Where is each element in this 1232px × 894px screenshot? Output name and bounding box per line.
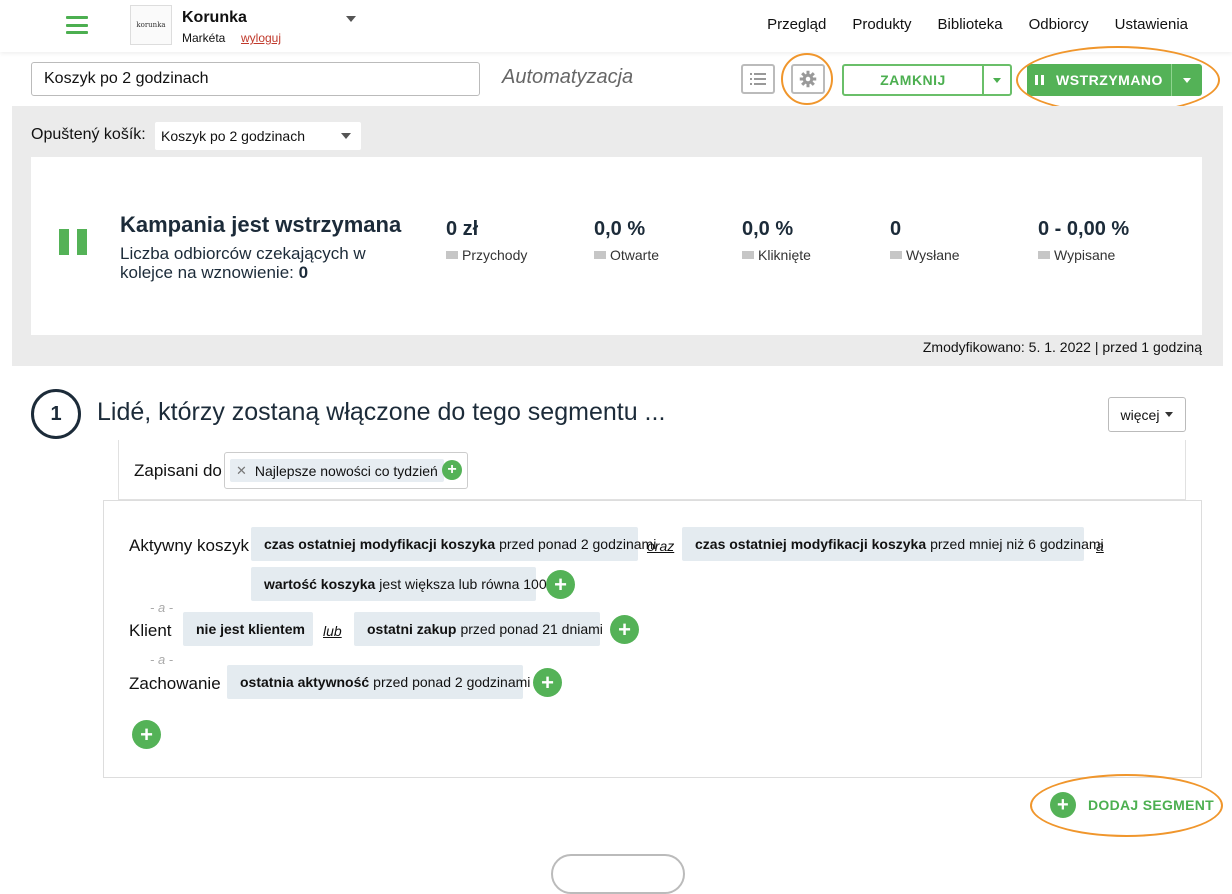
condition-chip[interactable]: wartość koszyka jest większa lub równa 1… — [251, 567, 547, 601]
stat-label: Otwarte — [610, 247, 660, 263]
account-name: Korunka — [182, 9, 247, 26]
condition-chip[interactable]: czas ostatniej modyfikacji koszyka przed… — [682, 527, 1104, 561]
and-separator: - a - — [150, 652, 174, 667]
abandoned-cart-label: Opuštený košík: — [31, 126, 146, 143]
stat-label: Przychody — [462, 247, 528, 263]
stat-clicked: 0,0 % Kliknięte — [742, 218, 811, 263]
nav-overview[interactable]: Przegląd — [767, 16, 826, 33]
mail-icon — [890, 251, 902, 259]
more-button-label: więcej — [1120, 406, 1160, 423]
chevron-down-icon — [341, 133, 351, 139]
stat-unsubscribed: 0 - 0,00 % Wypisane — [1038, 218, 1129, 263]
chip-value: jest większa lub równa 100 — [379, 576, 547, 592]
chip-key: ostatni zakup — [367, 621, 457, 637]
conjunction-a[interactable]: a — [1096, 538, 1104, 554]
stat-value: 0 zł — [446, 218, 479, 240]
plus-icon: + — [541, 669, 554, 695]
close-button-label: ZAMKNIJ — [844, 66, 984, 94]
chip-key: ostatnia aktywność — [240, 674, 370, 690]
stat-value: 0 - 0,00 % — [1038, 218, 1130, 240]
client-row-label: Klient — [129, 621, 172, 640]
mail-icon — [594, 251, 606, 259]
list-view-button[interactable] — [741, 64, 775, 94]
automation-name-input[interactable] — [31, 62, 480, 96]
stat-label: Kliknięte — [758, 247, 811, 263]
pause-icon — [59, 229, 87, 255]
stat-value: 0 — [890, 218, 902, 240]
add-segment-highlight-ring — [1030, 774, 1223, 837]
mail-icon — [742, 251, 754, 259]
nav-products[interactable]: Produkty — [852, 16, 911, 33]
chip-value: przed mniej niż 6 godzinami — [930, 536, 1104, 552]
stat-sent: 0 Wysłane — [890, 218, 960, 263]
behavior-row-label: Zachowanie — [129, 674, 221, 693]
add-group-button[interactable]: + — [132, 720, 161, 749]
account-logo[interactable]: korunka — [130, 5, 172, 45]
chip-key: wartość koszyka — [264, 576, 376, 592]
condition-chip[interactable]: ostatnia aktywność przed ponad 2 godzina… — [227, 665, 530, 699]
logout-link[interactable]: wyloguj — [241, 31, 281, 45]
chip-value: przed ponad 2 godzinami — [499, 536, 657, 552]
stat-label: Wysłane — [906, 247, 960, 263]
add-condition-button[interactable]: + — [610, 615, 639, 644]
subscription-tag-label: Najlepsze nowości co tydzień — [254, 462, 438, 479]
mail-icon — [446, 251, 458, 259]
add-condition-button[interactable]: + — [546, 570, 575, 599]
modified-timestamp: Zmodyfikowano: 5. 1. 2022 | przed 1 godz… — [922, 339, 1202, 355]
nav-library[interactable]: Biblioteka — [938, 16, 1003, 33]
menu-icon[interactable] — [66, 16, 88, 34]
add-list-button[interactable]: + — [442, 460, 462, 480]
chevron-down-icon — [993, 77, 1001, 83]
plus-icon: + — [618, 616, 631, 642]
abandoned-cart-select[interactable]: Koszyk po 2 godzinach — [155, 122, 361, 150]
close-dropdown-toggle[interactable] — [984, 66, 1010, 94]
plus-icon: + — [447, 461, 457, 478]
list-icon — [750, 73, 766, 85]
queue-description: Liczba odbiorców czekających w kolejce n… — [120, 244, 366, 282]
campaign-queue-text: Liczba odbiorców czekających w kolejce n… — [120, 244, 420, 282]
status-highlight-ring — [1016, 46, 1220, 114]
chip-value: przed ponad 2 godzinami — [373, 674, 531, 690]
chip-key: nie jest klientem — [196, 621, 305, 637]
add-condition-button[interactable]: + — [533, 668, 562, 697]
chip-value: przed ponad 21 dniami — [460, 621, 603, 637]
nav-recipients[interactable]: Odbiorcy — [1029, 16, 1089, 33]
close-icon[interactable]: ✕ — [236, 463, 247, 479]
plus-icon: + — [140, 721, 153, 747]
automation-type-label: Automatyzacja — [502, 66, 634, 88]
chevron-down-icon — [1165, 412, 1174, 417]
and-separator: - a - — [150, 600, 174, 615]
cart-row-label: Aktywny koszyk — [129, 536, 249, 555]
user-name: Markéta — [182, 31, 226, 45]
chip-key: czas ostatniej modyfikacji koszyka — [695, 536, 927, 552]
subscribed-label: Zapisani do — [134, 461, 222, 480]
campaign-status-title: Kampania jest wstrzymana — [120, 212, 402, 237]
main-nav: Przegląd Produkty Biblioteka Odbiorcy Us… — [767, 16, 1188, 33]
stat-value: 0,0 % — [742, 218, 794, 240]
conjunction-or[interactable]: lub — [323, 623, 342, 639]
condition-chip[interactable]: nie jest klientem — [183, 612, 313, 646]
stat-label: Wypisane — [1054, 247, 1116, 263]
subscription-tag: ✕ Najlepsze nowości co tydzień — [230, 459, 444, 482]
condition-chip[interactable]: czas ostatniej modyfikacji koszyka przed… — [251, 527, 656, 561]
plus-icon: + — [554, 571, 567, 597]
account-dropdown-caret-icon[interactable] — [346, 16, 356, 22]
stat-opened: 0,0 % Otwarte — [594, 218, 659, 263]
stat-value: 0,0 % — [594, 218, 646, 240]
segment-title: Lidé, którzy zostaną włączone do tego se… — [97, 398, 666, 426]
close-button[interactable]: ZAMKNIJ — [842, 64, 1012, 96]
queue-count: 0 — [298, 263, 309, 282]
nav-settings[interactable]: Ustawienia — [1115, 16, 1188, 33]
mail-icon — [1038, 251, 1050, 259]
conjunction-and[interactable]: oraz — [647, 538, 674, 554]
abandoned-cart-selected: Koszyk po 2 godzinach — [161, 128, 305, 144]
gear-highlight-ring — [781, 53, 833, 105]
more-button[interactable]: więcej — [1108, 397, 1186, 432]
condition-chip[interactable]: ostatni zakup przed ponad 21 dniami — [354, 612, 603, 646]
bottom-partial-button[interactable] — [551, 854, 685, 894]
segment-number: 1 — [31, 389, 81, 439]
chip-key: czas ostatniej modyfikacji koszyka — [264, 536, 496, 552]
stat-revenue: 0 zł Przychody — [446, 218, 527, 263]
